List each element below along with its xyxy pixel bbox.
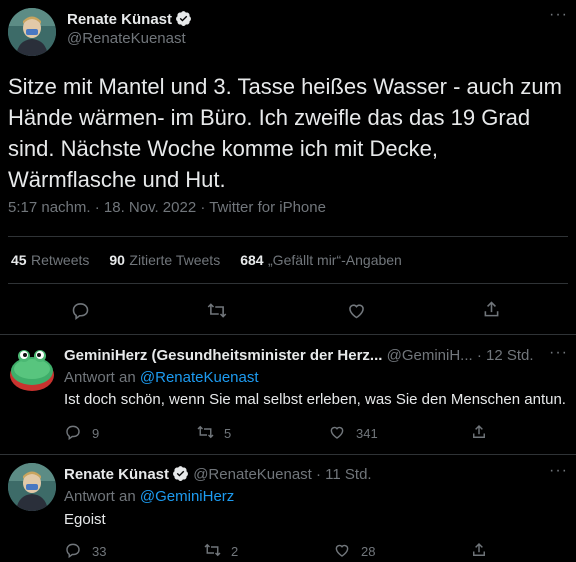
share-button[interactable] <box>481 299 501 325</box>
retweet-count: 5 <box>224 425 232 441</box>
divider <box>8 236 568 237</box>
likes-label: „Gefällt mir“-Angaben <box>268 252 402 268</box>
reply-author-handle[interactable]: @RenateKuenast <box>193 466 312 483</box>
reply-icon <box>64 541 84 561</box>
reply-button[interactable]: 33 <box>64 541 106 561</box>
divider <box>0 334 576 335</box>
reply-author-handle[interactable]: @GeminiH... <box>387 347 473 364</box>
reply-icon <box>70 300 90 320</box>
share-button[interactable] <box>470 423 490 443</box>
retweets-count: 45 <box>11 252 27 268</box>
heart-icon <box>346 300 366 320</box>
tweet-timestamp[interactable]: 5:17 nachm. · 18. Nov. 2022 · Twitter fo… <box>8 199 326 216</box>
reply-count: 9 <box>92 425 100 441</box>
like-count: 28 <box>361 543 376 559</box>
reply-button[interactable]: 9 <box>64 423 99 443</box>
reply-header: Renate Künast @RenateKuenast · 11 Std. <box>64 465 372 486</box>
reply-text: Egoist <box>64 511 106 528</box>
reply-to-line: Antwort an @RenateKuenast <box>64 369 259 386</box>
reply-header: GeminiHerz (Gesundheitsminister der Herz… <box>64 347 544 364</box>
likes-stat[interactable]: 684 „Gefällt mir“-Angaben <box>240 252 402 270</box>
reply-text: Ist doch schön, wenn Sie mal selbst erle… <box>64 391 566 408</box>
reply-icon <box>64 423 84 443</box>
reply-to-handle[interactable]: @RenateKuenast <box>140 369 259 386</box>
author-name[interactable]: Renate Künast <box>67 11 172 28</box>
like-button[interactable]: 28 <box>333 541 375 561</box>
retweets-stat[interactable]: 45 Retweets <box>11 252 89 270</box>
like-button[interactable] <box>346 300 366 326</box>
divider <box>0 454 576 455</box>
reply-to-line: Antwort an @GeminiHerz <box>64 488 234 505</box>
retweet-count: 2 <box>231 543 239 559</box>
verified-badge-icon <box>175 10 192 31</box>
share-icon <box>470 541 490 561</box>
reply-to-handle[interactable]: @GeminiHerz <box>140 488 234 505</box>
reply-avatar[interactable] <box>8 345 56 393</box>
tweet-text: Sitze mit Mantel und 3. Tasse heißes Was… <box>8 74 562 192</box>
more-options-icon[interactable]: ··· <box>549 462 568 480</box>
tweet-stats: 45 Retweets 90 Zitierte Tweets 684 „Gefä… <box>11 252 402 270</box>
reply-time[interactable]: · 11 Std. <box>316 466 372 483</box>
reply-author-name[interactable]: GeminiHerz (Gesundheitsminister der Herz… <box>64 347 382 364</box>
reply-to-label: Antwort an <box>64 488 136 505</box>
share-icon <box>470 423 490 443</box>
author-name-row[interactable]: Renate Künast <box>67 10 192 31</box>
author-avatar[interactable] <box>8 8 56 56</box>
heart-icon <box>333 541 353 561</box>
reply-avatar[interactable] <box>8 463 56 511</box>
retweets-label: Retweets <box>31 252 90 268</box>
retweet-icon <box>196 423 216 443</box>
share-icon <box>481 299 501 319</box>
likes-count: 684 <box>240 252 264 268</box>
quotes-count: 90 <box>109 252 125 268</box>
quotes-label: Zitierte Tweets <box>129 252 221 268</box>
heart-icon <box>328 423 348 443</box>
retweet-button[interactable] <box>206 300 227 326</box>
verified-badge-icon <box>172 465 189 486</box>
retweet-button[interactable]: 2 <box>203 541 238 561</box>
more-options-icon[interactable]: ··· <box>549 6 568 24</box>
reply-to-label: Antwort an <box>64 369 136 386</box>
reply-count: 33 <box>92 543 107 559</box>
like-count: 341 <box>356 425 378 441</box>
author-handle[interactable]: @RenateKuenast <box>67 30 186 47</box>
retweet-button[interactable]: 5 <box>196 423 231 443</box>
reply-author-name[interactable]: Renate Künast <box>64 466 169 483</box>
retweet-icon <box>206 300 227 320</box>
share-button[interactable] <box>470 541 490 561</box>
reply-time[interactable]: · 12 Std. <box>477 347 534 364</box>
more-options-icon[interactable]: ··· <box>549 344 568 362</box>
retweet-icon <box>203 541 223 561</box>
like-button[interactable]: 341 <box>328 423 378 443</box>
divider <box>8 283 568 284</box>
reply-button[interactable] <box>70 300 90 326</box>
quotes-stat[interactable]: 90 Zitierte Tweets <box>109 252 220 270</box>
